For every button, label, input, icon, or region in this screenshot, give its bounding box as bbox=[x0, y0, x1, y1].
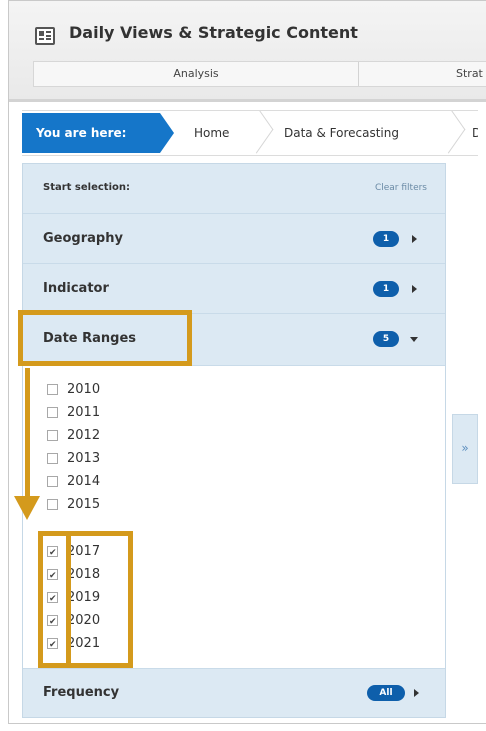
tab-analysis[interactable]: Analysis bbox=[34, 62, 359, 86]
breadcrumb-separator bbox=[432, 111, 454, 155]
indicator-count-badge: 1 bbox=[373, 281, 399, 297]
tab-strategic[interactable]: Strat bbox=[359, 62, 486, 86]
filter-indicator[interactable]: Indicator 1 bbox=[23, 264, 445, 314]
checkbox[interactable] bbox=[47, 499, 58, 510]
geography-count-badge: 1 bbox=[373, 231, 399, 247]
filter-frequency-label: Frequency bbox=[43, 685, 120, 700]
date-ranges-count-badge: 5 bbox=[373, 331, 399, 347]
start-selection-label: Start selection: bbox=[43, 182, 130, 193]
breadcrumb-home[interactable]: Home bbox=[194, 111, 229, 155]
filter-geography-label: Geography bbox=[43, 231, 123, 246]
start-selection-row: Start selection: Clear filters bbox=[23, 164, 445, 214]
checkbox[interactable] bbox=[47, 407, 58, 418]
breadcrumb: You are here: Home Data & Forecasting Da bbox=[22, 110, 478, 156]
breadcrumb-you-are-here: You are here: bbox=[22, 113, 174, 153]
highlight-box-date-ranges bbox=[18, 310, 192, 366]
tab-strip: Analysis Strat bbox=[33, 61, 486, 87]
chevron-right-icon bbox=[412, 235, 417, 243]
expand-panel-button[interactable]: » bbox=[452, 414, 478, 484]
chevron-right-icon bbox=[414, 689, 419, 697]
breadcrumb-data-forecasting[interactable]: Data & Forecasting bbox=[284, 111, 399, 155]
filter-geography[interactable]: Geography 1 bbox=[23, 214, 445, 264]
frequency-badge: All bbox=[367, 685, 405, 701]
arrow-down-icon bbox=[14, 496, 40, 520]
clear-filters-link[interactable]: Clear filters bbox=[375, 183, 427, 193]
breadcrumb-separator bbox=[240, 111, 262, 155]
dashboard-icon bbox=[35, 27, 55, 45]
checkbox[interactable] bbox=[47, 476, 58, 487]
header-bar: Daily Views & Strategic Content Analysis… bbox=[9, 1, 486, 102]
breadcrumb-next[interactable]: Da bbox=[472, 111, 478, 155]
app-title: Daily Views & Strategic Content bbox=[69, 23, 358, 42]
highlight-box-selected-years bbox=[38, 531, 133, 668]
filter-indicator-label: Indicator bbox=[43, 281, 109, 296]
checkbox[interactable] bbox=[47, 430, 58, 441]
checkbox[interactable] bbox=[47, 384, 58, 395]
highlight-divider bbox=[66, 536, 71, 663]
filter-frequency[interactable]: Frequency All bbox=[23, 668, 445, 718]
annotation-arrow-shaft bbox=[25, 368, 30, 498]
checkbox[interactable] bbox=[47, 453, 58, 464]
chevron-right-icon bbox=[412, 285, 417, 293]
chevron-down-icon bbox=[410, 337, 418, 342]
